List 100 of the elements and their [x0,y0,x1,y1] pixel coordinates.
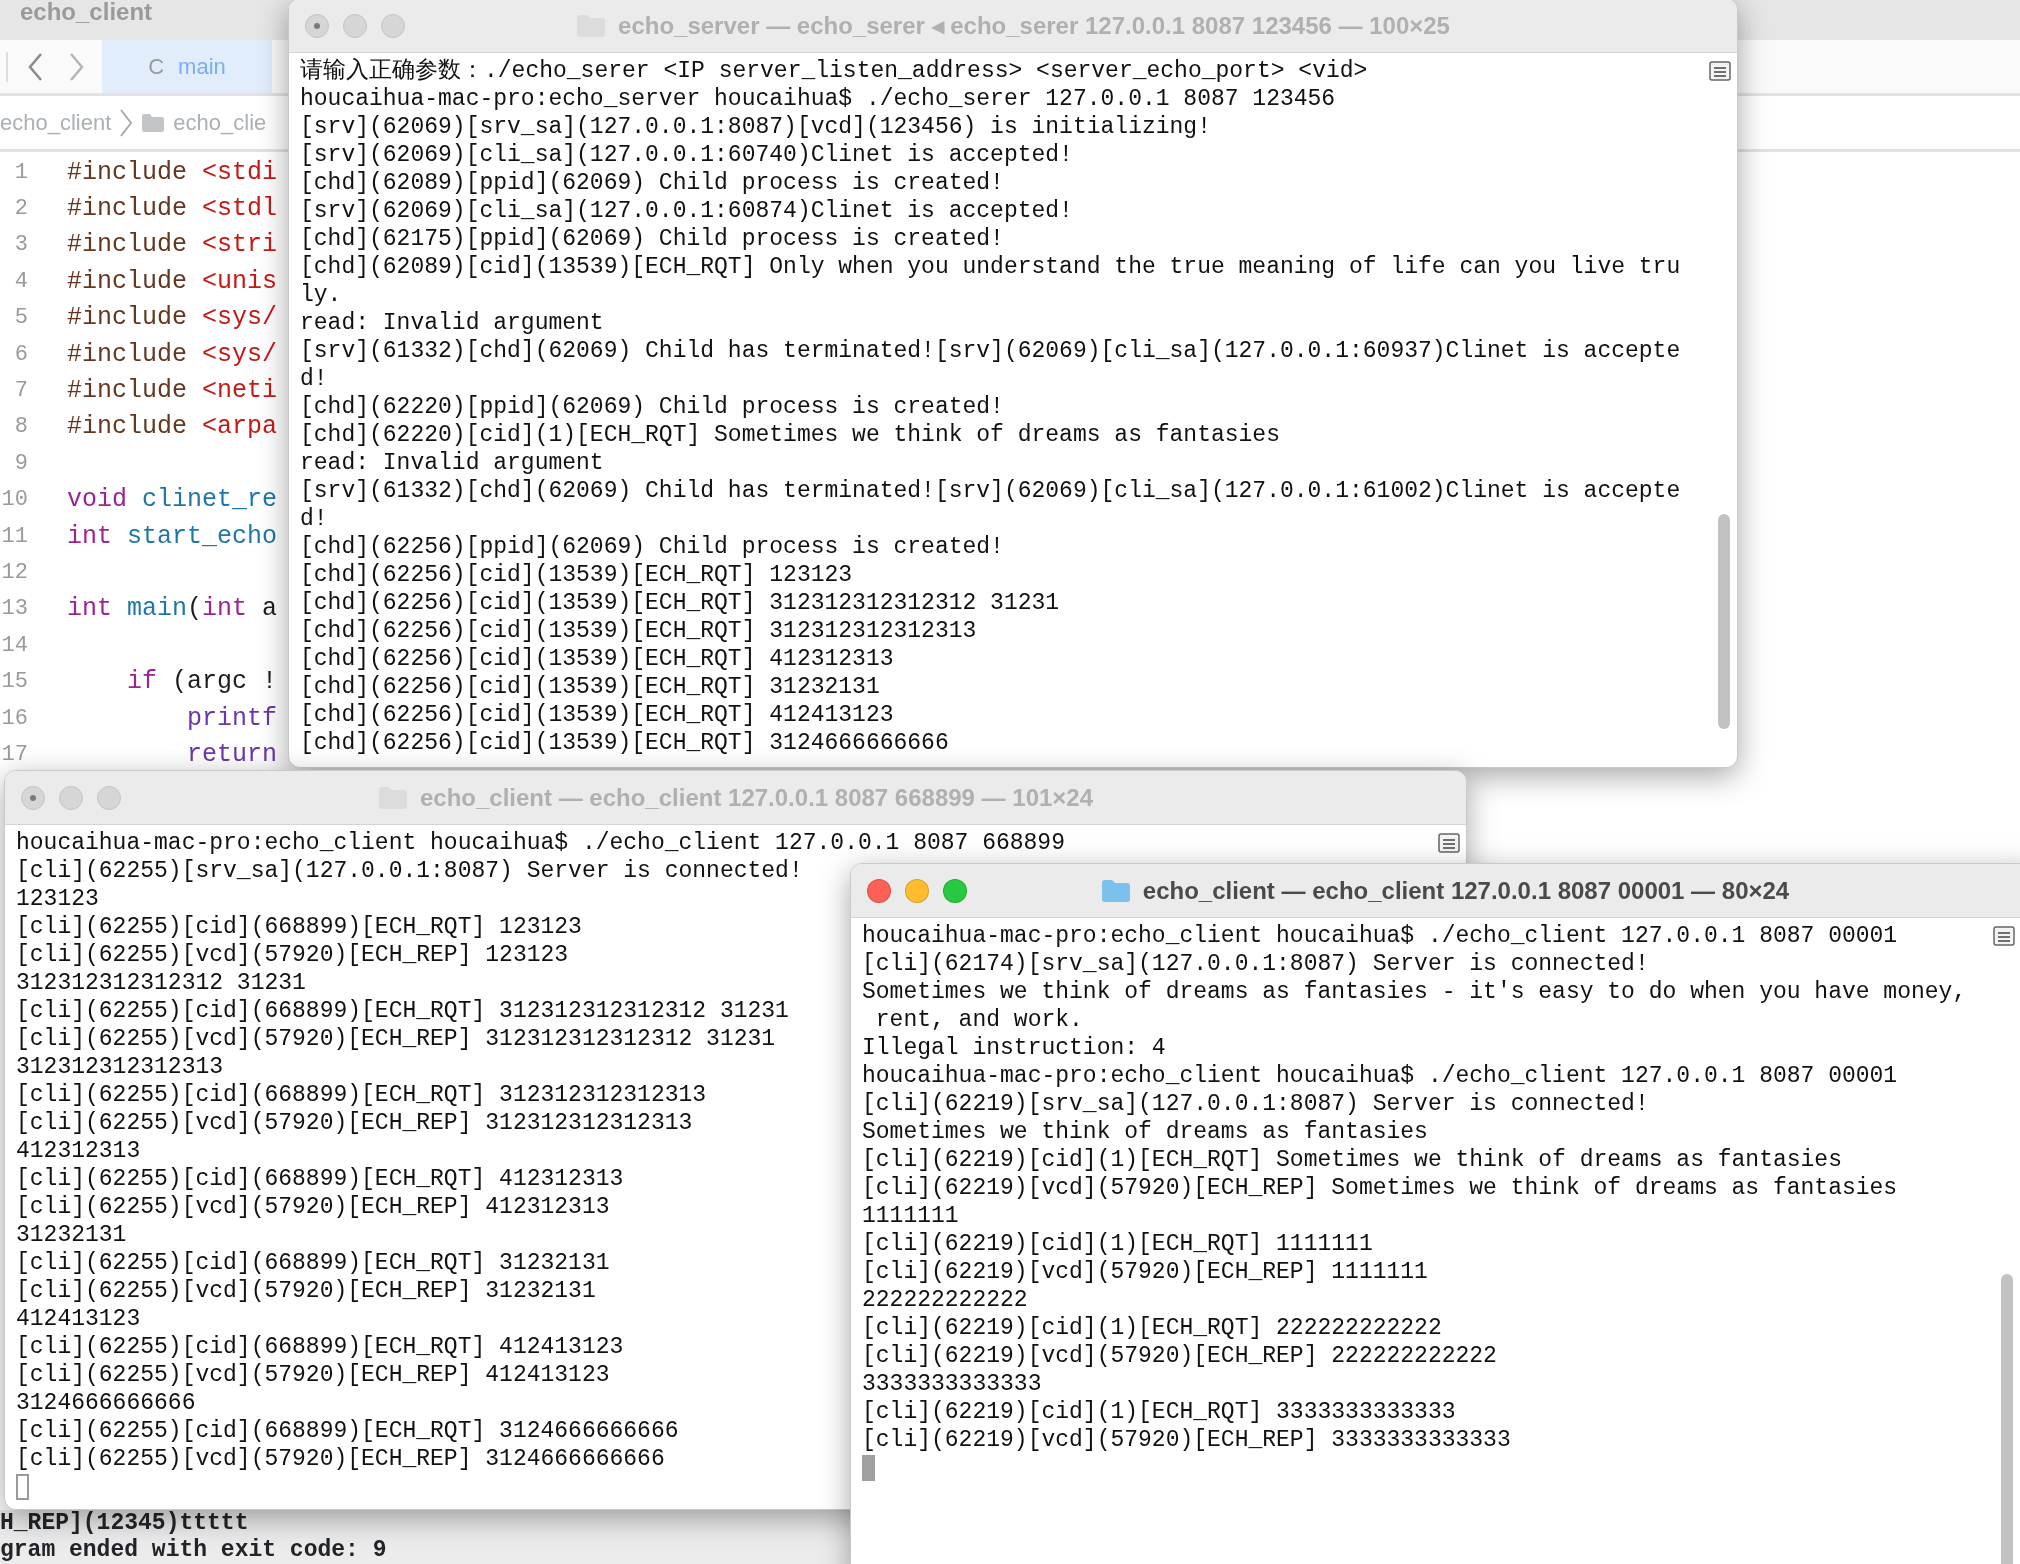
code-line: #include <unis [67,266,278,296]
terminal-line: [chd](62220)[cid](1)[ECH_RQT] Sometimes we think of dreams as fantasies [300,421,1280,449]
terminal-line: houcaihua-mac-pro:echo_client houcaihua$ ./echo_client 127.0.0.1 8087 668899 [16,829,1065,857]
line-number: 1 [13,159,28,185]
list-icon[interactable] [1438,833,1460,853]
line-number: 2 [13,196,28,222]
list-icon[interactable] [1709,61,1731,81]
close-button[interactable] [21,785,45,810]
line-number: 15 [0,669,28,695]
terminal-line: [srv](61332)[chd](62069) Child has terminated![srv](62069)[cli_sa](127.0.0.1:60937)Clinet is accepte [300,337,1681,365]
terminal-line: [cli](62255)[cid](668899)[ECH_RQT] 3124666666666 [16,1417,679,1445]
line-number: 14 [0,632,28,658]
code-line: #include <sys/ [67,339,278,369]
terminal-line: [chd](62089)[cid](13539)[ECH_RQT] Only when you understand the true meaning of life can you live tru [300,253,1681,281]
minimize-button[interactable] [343,13,367,38]
zoom-button[interactable] [381,13,405,38]
terminal-line: read: Invalid argument [300,449,604,477]
terminal-line: [cli](62219)[cid](1)[ECH_RQT] Sometimes we think of dreams as fantasies [862,1146,1842,1174]
terminal-line: [chd](62175)[ppid](62069) Child process is created! [300,225,1004,253]
terminal-line: [cli](62255)[cid](668899)[ECH_RQT] 123123 [16,913,582,941]
terminal-line: 312312312312312 31231 [16,969,306,997]
line-number: 13 [0,596,28,622]
line-number: 5 [13,305,28,331]
code-line: return [187,739,277,769]
breadcrumb-item[interactable]: echo_client [0,109,112,136]
minimize-button[interactable] [59,785,83,810]
line-number: 11 [0,523,28,549]
terminal-line: houcaihua-mac-pro:echo_client houcaihua$ ./echo_client 127.0.0.1 8087 00001 [862,922,1898,950]
code-line: printf [187,703,277,733]
editor-tab[interactable]: C main [102,40,272,93]
terminal-line: [srv](62069)[cli_sa](127.0.0.1:60874)Clinet is accepted! [300,197,1073,225]
terminal-line: [cli](62219)[vcd](57920)[ECH_REP] 222222222222 [862,1342,1497,1370]
code-line: #include <neti [67,376,278,406]
line-number: 17 [0,741,28,767]
code-line: #include <stdi [67,157,278,187]
terminal-line: 412312313 [16,1137,141,1165]
line-number: 8 [13,414,28,440]
code-line: void clinet_re [67,485,278,515]
terminal-line: [chd](62256)[cid](13539)[ECH_RQT] 123123 [300,561,853,589]
line-number: 9 [13,450,28,476]
scrollbar-thumb[interactable] [2001,1274,2013,1564]
zoom-button[interactable] [97,785,121,810]
terminal-line: [cli](62255)[vcd](57920)[ECH_REP] 312312312312313 [16,1109,693,1137]
close-button[interactable] [305,13,329,38]
terminal-line: 222222222222 [862,1286,1028,1314]
terminal-line: 3124666666666 [16,1389,196,1417]
terminal-line: [cli](62219)[vcd](57920)[ECH_REP] Sometimes we think of dreams as fantasies [862,1174,1898,1202]
terminal-line: [cli](62219)[cid](1)[ECH_RQT] 1111111 [862,1230,1373,1258]
console-line: gram ended with exit code: 9 [0,1537,388,1564]
terminal-line: [cli](62255)[vcd](57920)[ECH_REP] 312312312312312 31231 [16,1025,776,1053]
terminal-line: ly. [300,281,342,309]
terminal-line: [cli](62255)[cid](668899)[ECH_RQT] 312312312312312 31231 [16,997,789,1025]
window-title: echo_client — echo_client 127.0.0.1 8087 00001 — 80×24 [1142,876,1790,905]
terminal-line: Illegal instruction: 4 [862,1034,1166,1062]
terminal-line: [chd](62256)[ppid](62069) Child process is created! [300,533,1004,561]
terminal-line: read: Invalid argument [300,309,604,337]
terminal-line: [chd](62256)[cid](13539)[ECH_RQT] 412312313 [300,645,894,673]
terminal-line: 1111111 [862,1202,959,1230]
scrollbar-thumb[interactable] [1718,514,1730,729]
list-icon[interactable] [1993,926,2015,946]
chevron-icon [119,107,134,138]
breadcrumb-item[interactable]: echo_clie [173,109,267,136]
terminal-line: 31232131 [16,1221,127,1249]
line-number: 3 [13,232,28,258]
terminal-line: [srv](62069)[srv_sa](127.0.0.1:8087)[vcd](123456) is initializing! [300,113,1211,141]
console-line: H_REP](12345)ttttt [0,1510,250,1537]
line-number: 7 [13,378,28,404]
terminal-line: [cli](62255)[vcd](57920)[ECH_REP] 3124666666666 [16,1445,665,1473]
code-line: #include <stdl [67,194,278,224]
code-line: int start_echo [67,521,278,551]
terminal-line: 123123 [16,885,99,913]
terminal-line: [chd](62256)[cid](13539)[ECH_RQT] 31232131 [300,673,880,701]
line-number: 10 [0,487,28,513]
window-title: echo_client — echo_client 127.0.0.1 8087 668899 — 101×24 [419,783,1094,812]
code-line: #include <stri [67,230,278,260]
terminal-line: [chd](62089)[ppid](62069) Child process is created! [300,169,1004,197]
line-number: 4 [13,268,28,294]
terminal-line: d! [300,505,328,533]
terminal-line: rent, and work. [874,1006,1083,1034]
terminal-line: Sometimes we think of dreams as fantasies - it's easy to do when you have money, [862,978,1967,1006]
terminal-line: [cli](62219)[srv_sa](127.0.0.1:8087) Server is connected! [862,1090,1649,1118]
code-line: if (argc ! [127,667,278,697]
terminal-line: [chd](62220)[ppid](62069) Child process is created! [300,393,1004,421]
terminal-line: [chd](62256)[cid](13539)[ECH_RQT] 312312312312312 31231 [300,589,1060,617]
line-number: 16 [0,705,28,731]
terminal-line: 312312312312313 [16,1053,224,1081]
terminal-line: [chd](62256)[cid](13539)[ECH_RQT] 3124666666666 [300,729,949,757]
folder-icon [1100,878,1131,903]
terminal-line: [cli](62255)[cid](668899)[ECH_RQT] 412413123 [16,1333,624,1361]
code-line: #include <sys/ [67,303,278,333]
line-number: 12 [0,560,28,585]
terminal-line: [cli](62219)[cid](1)[ECH_RQT] 222222222222 [862,1314,1442,1342]
terminal-line: [cli](62255)[cid](668899)[ECH_RQT] 31232131 [16,1249,610,1277]
terminal-line: [cli](62255)[srv_sa](127.0.0.1:8087) Server is connected! [16,857,803,885]
folder-icon [141,112,166,133]
terminal-line: 请输入正确参数：./echo_serer <IP server_listen_address> <server_echo_port> <vid> [300,57,1368,85]
code-line: int main(int a [67,594,278,624]
terminal-line: Sometimes we think of dreams as fantasies [862,1118,1428,1146]
terminal-line: [cli](62255)[vcd](57920)[ECH_REP] 412312313 [16,1193,610,1221]
line-number: 6 [13,341,28,367]
